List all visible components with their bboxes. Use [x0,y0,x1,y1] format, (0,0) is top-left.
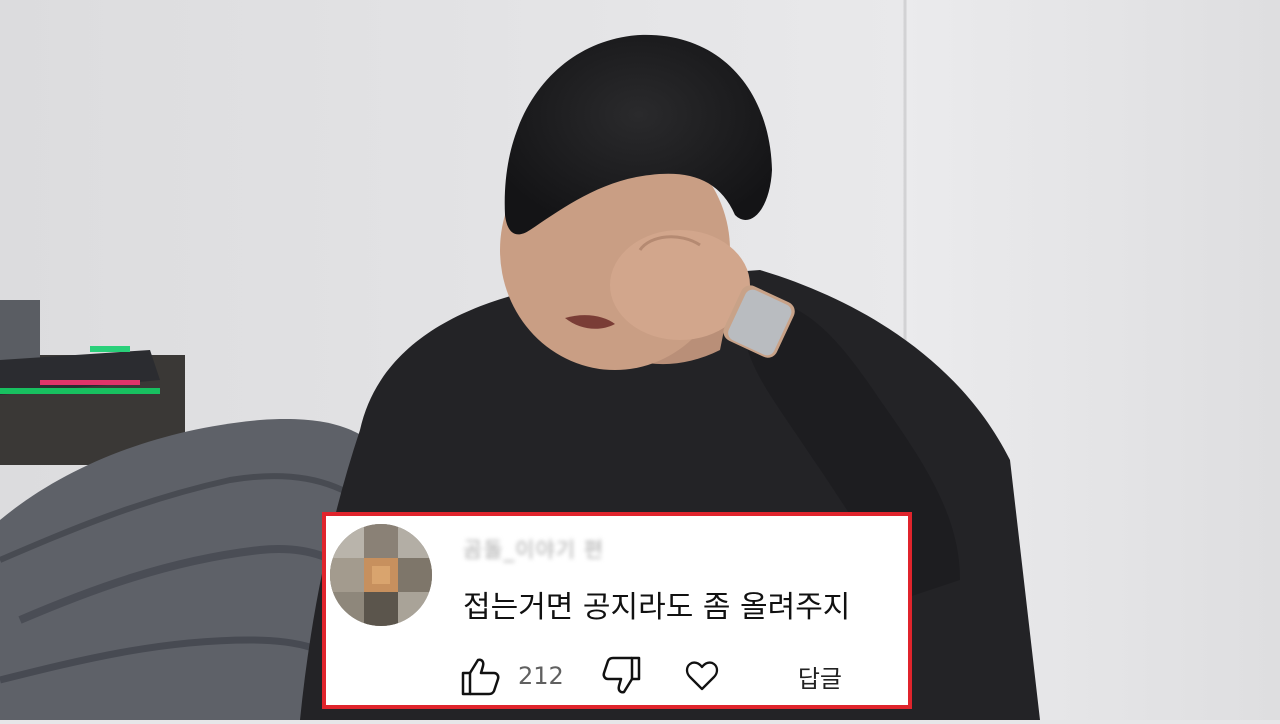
thumbs-down-icon [600,654,644,698]
heart-button[interactable] [684,658,720,694]
reply-button[interactable]: 답글 [798,659,842,694]
comment-actions: 212 답글 [458,654,842,698]
like-button[interactable]: 212 [458,654,564,698]
dislike-button[interactable] [600,654,644,698]
thumbs-up-icon [458,654,502,698]
like-count: 212 [518,662,564,690]
comment-card: 곰돌_이야기 편 접는거면 공지라도 좀 올려주지 212 답글 [322,512,912,709]
comment-text: 접는거면 공지라도 좀 올려주지 [463,590,851,625]
avatar-mosaic [330,524,432,626]
heart-icon [684,658,720,694]
commenter-avatar[interactable] [330,524,432,626]
commenter-username[interactable]: 곰돌_이야기 편 [463,534,604,564]
